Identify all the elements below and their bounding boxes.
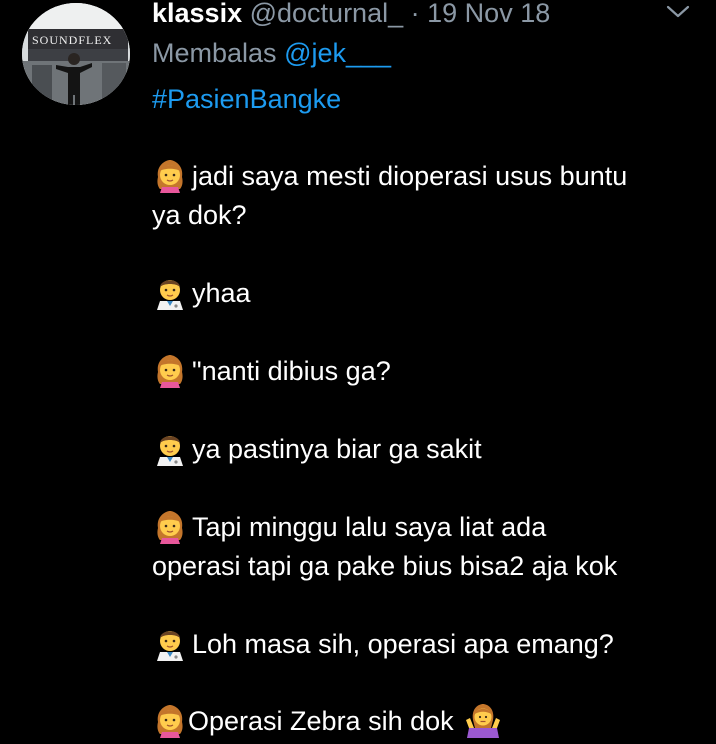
doctor-emoji-icon — [152, 274, 188, 310]
line-text: operasi tapi ga pake bius bisa2 aja kok — [152, 551, 618, 581]
girl-emoji-icon — [152, 702, 188, 738]
line-text: jadi saya mesti dioperasi usus buntu — [192, 161, 628, 191]
tweet-line: operasi tapi ga pake bius bisa2 aja kok — [152, 547, 617, 586]
tweet-line: ya dok? — [152, 196, 247, 235]
girl-emoji-icon — [152, 157, 188, 193]
avatar[interactable]: SOUNDFLEX — [22, 3, 130, 105]
tweet-date[interactable]: 19 Nov 18 — [427, 0, 550, 28]
doctor-emoji-icon — [152, 625, 188, 661]
line-text: Loh masa sih, operasi apa emang? — [192, 629, 614, 659]
tweet-line: Operasi Zebra sih dok — [152, 702, 505, 741]
separator-dot: · — [410, 0, 420, 28]
reply-context: Membalas @jek___ — [152, 36, 391, 70]
tweet-line: "nanti dibius ga? — [152, 352, 391, 391]
tweet-line: jadi saya mesti dioperasi usus buntu — [152, 157, 627, 196]
girl-emoji-icon — [152, 352, 188, 388]
tweet-header: klassix @docturnal_ · 19 Nov 18 — [152, 0, 550, 28]
line-text: yhaa — [192, 278, 251, 308]
tweet-line: Tapi minggu lalu saya liat ada — [152, 508, 546, 547]
hashtag-link[interactable]: #PasienBangke — [152, 82, 341, 116]
line-text: "nanti dibius ga? — [192, 356, 391, 386]
tweet-line: Loh masa sih, operasi apa emang? — [152, 625, 614, 664]
author-handle[interactable]: @docturnal_ — [250, 0, 404, 28]
shrug-emoji-icon — [465, 702, 501, 738]
author-name[interactable]: klassix — [152, 0, 242, 28]
girl-emoji-icon — [152, 508, 188, 544]
line-text: ya dok? — [152, 200, 247, 230]
reply-mention-link[interactable]: @jek___ — [284, 38, 391, 68]
line-text: Tapi minggu lalu saya liat ada — [192, 512, 547, 542]
line-text: Operasi Zebra sih dok — [188, 706, 454, 736]
doctor-emoji-icon — [152, 430, 188, 466]
avatar-sign-text: SOUNDFLEX — [32, 33, 112, 47]
chevron-down-icon[interactable] — [664, 2, 692, 22]
tweet-line: yhaa — [152, 274, 251, 313]
reply-prefix: Membalas — [152, 38, 277, 68]
tweet-line: ya pastinya biar ga sakit — [152, 430, 482, 469]
line-text: ya pastinya biar ga sakit — [192, 434, 482, 464]
